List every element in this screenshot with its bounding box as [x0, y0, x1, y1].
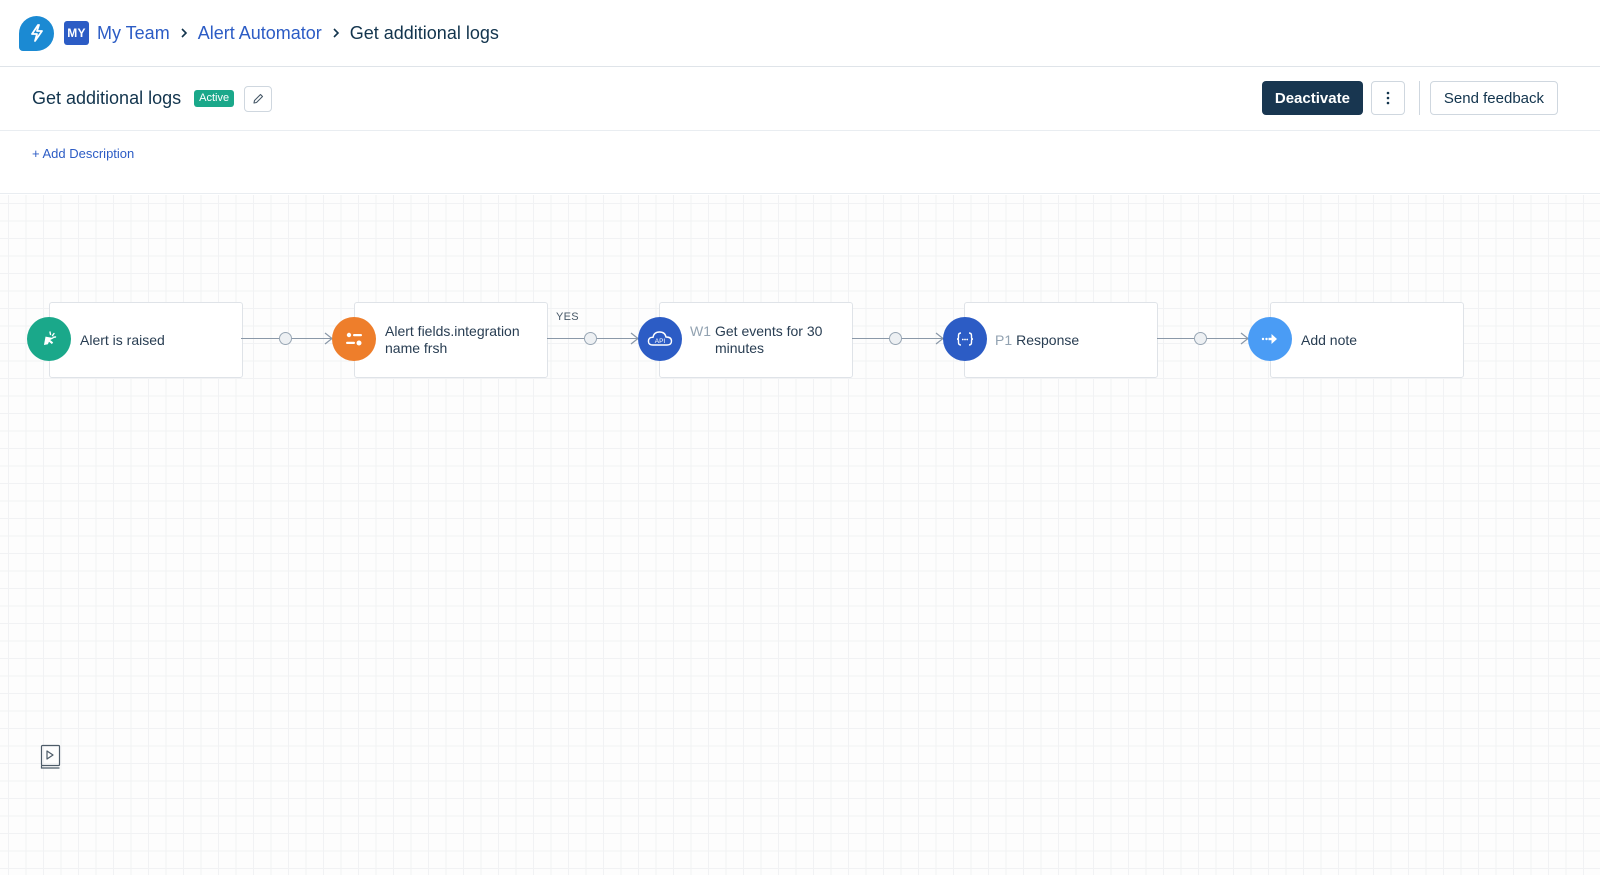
more-options-button[interactable]: [1370, 81, 1405, 115]
add-description-link[interactable]: + Add Description: [32, 146, 134, 161]
description-section: + Add Description: [0, 131, 1600, 194]
node-label: W1 Get events for 30 minutes: [690, 323, 823, 356]
condition-toggle-icon: [346, 332, 362, 346]
workflow-node-action[interactable]: Add note: [1270, 302, 1464, 378]
connector: [1157, 332, 1249, 345]
workflow-node-trigger[interactable]: Alert is raised: [49, 302, 243, 378]
deactivate-button[interactable]: Deactivate: [1261, 81, 1363, 115]
connector-add-step[interactable]: [279, 332, 292, 345]
json-braces-icon: [956, 332, 974, 346]
workflow-node-parser[interactable]: P1 Response: [964, 302, 1158, 378]
node-icon-webhook[interactable]: API: [638, 317, 682, 361]
node-icon-condition[interactable]: [332, 317, 376, 361]
connector-add-step[interactable]: [584, 332, 597, 345]
node-label: Alert is raised: [80, 331, 165, 348]
node-icon-parser[interactable]: [943, 317, 987, 361]
workflow-node-condition[interactable]: Alert fields.integration name frsh: [354, 302, 548, 378]
lightning-bolt-icon: [30, 24, 43, 42]
connector-add-step[interactable]: [1194, 332, 1207, 345]
app-logo[interactable]: [19, 15, 54, 51]
connector-yes: [547, 332, 639, 345]
api-cloud-icon: API: [647, 331, 673, 346]
status-badge: Active: [194, 90, 235, 107]
workflow-canvas[interactable]: Alert is raised Alert fields.integration…: [0, 195, 1600, 875]
play-book-icon: [40, 744, 61, 769]
node-icon-trigger[interactable]: [27, 317, 71, 361]
node-label: P1 Response: [995, 331, 1080, 348]
svg-text:API: API: [655, 338, 666, 345]
chevron-right-icon: [180, 27, 188, 39]
page-title: Get additional logs: [32, 88, 182, 108]
team-badge[interactable]: MY: [64, 21, 89, 45]
node-label: Alert fields.integration name frsh: [385, 323, 520, 356]
cursor-click-icon: [43, 331, 57, 345]
send-feedback-button[interactable]: Send feedback: [1429, 81, 1558, 115]
connector-add-step[interactable]: [889, 332, 902, 345]
connector: [852, 332, 944, 345]
breadcrumb-current: Get additional logs: [349, 22, 499, 43]
chevron-right-icon: [332, 27, 340, 39]
breadcrumb-my-team[interactable]: My Team: [97, 23, 170, 44]
vertical-ellipsis-icon: [1386, 91, 1390, 105]
connector: [241, 332, 333, 345]
divider: [1418, 81, 1420, 115]
arrow-right-icon: [1261, 334, 1277, 344]
pencil-icon: [253, 93, 264, 104]
workflow-node-webhook[interactable]: W1 Get events for 30 minutes: [659, 302, 853, 378]
playbook-toggle-button[interactable]: [39, 744, 61, 770]
top-nav-bar: MY My Team Alert Automator Get additiona…: [0, 0, 1600, 67]
branch-label: YES: [556, 311, 579, 323]
title-bar: Get additional logs Active Deactivate Se…: [0, 67, 1600, 131]
breadcrumb-alert-automator[interactable]: Alert Automator: [198, 23, 322, 44]
node-icon-action[interactable]: [1248, 317, 1292, 361]
node-label: Add note: [1301, 331, 1358, 348]
edit-title-button[interactable]: [244, 85, 273, 112]
title-actions: Deactivate Send feedback: [1261, 81, 1558, 115]
